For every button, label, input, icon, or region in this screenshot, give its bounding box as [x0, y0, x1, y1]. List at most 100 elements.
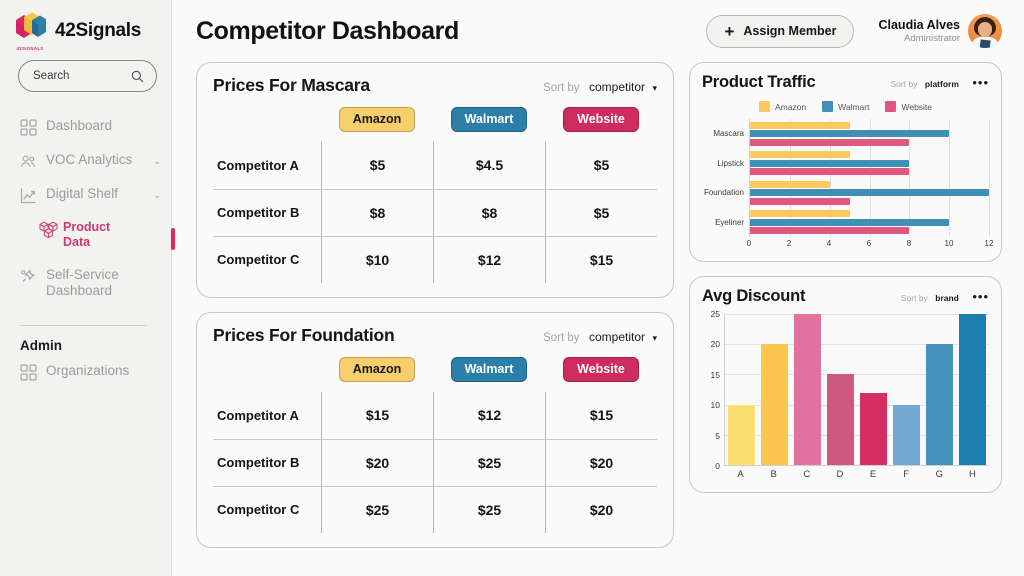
bar-slot — [824, 314, 857, 465]
price-cell: $5 — [545, 141, 657, 189]
axis-tick-label: 5 — [715, 430, 720, 441]
boxes-icon — [38, 221, 58, 239]
row-label: Competitor C — [217, 252, 300, 268]
sort-control[interactable]: Sort by competitor ▾ — [543, 328, 657, 346]
sort-control[interactable]: Sort by competitor ▾ — [543, 78, 657, 96]
price-cell: $25 — [433, 439, 545, 486]
user-name: Claudia Alves — [878, 18, 960, 32]
assign-member-button[interactable]: + Assign Member — [706, 14, 855, 48]
price-cell: $15 — [321, 391, 433, 439]
user-profile[interactable]: Claudia Alves Administrator — [878, 14, 1002, 48]
chart-plot-area — [724, 314, 989, 466]
sidebar-item-self-service-dashboard[interactable]: Self-Service Dashboard — [0, 259, 171, 308]
badge-walmart[interactable]: Walmart — [450, 356, 528, 382]
badge-website[interactable]: Website — [563, 356, 639, 382]
logo-42signals: 42SIGNALS — [12, 11, 48, 51]
axis-tick-label: F — [903, 469, 910, 480]
bar-slot — [857, 314, 890, 465]
table-row: Competitor B $20 $25 $20 — [213, 438, 657, 486]
axis-tick-label: 8 — [906, 239, 912, 248]
sidebar-item-label: Digital Shelf — [46, 186, 119, 201]
chart-bar — [750, 218, 950, 226]
chart-y-axis: 0 5 10 15 20 25 — [702, 309, 724, 471]
price-table: Competitor A $15 $12 $15 Competitor B $2… — [213, 391, 657, 533]
chevron-down-icon[interactable]: ▾ — [652, 83, 657, 93]
axis-tick-label: 25 — [710, 309, 720, 319]
line-chart-icon — [20, 187, 37, 204]
axis-tick-label: 10 — [710, 400, 720, 411]
chevron-down-icon[interactable]: ▾ — [652, 333, 657, 343]
sidebar-item-product-data[interactable]: Product Data — [0, 212, 175, 259]
more-options-icon[interactable]: ••• — [972, 289, 989, 304]
chart-bar — [826, 374, 855, 465]
price-cell: $5 — [545, 189, 657, 236]
legend-item: Website — [885, 101, 932, 112]
bar-slot — [956, 314, 989, 465]
chevron-down-icon[interactable]: ⌄ — [153, 190, 161, 201]
price-cell: $5 — [321, 141, 433, 189]
card-header: Prices For Mascara Sort by competitor ▾ — [213, 75, 657, 96]
axis-tick-label: 0 — [715, 461, 720, 471]
sidebar-item-dashboard[interactable]: Dashboard — [0, 110, 171, 144]
badge-amazon[interactable]: Amazon — [338, 356, 416, 382]
bar-slot — [890, 314, 923, 465]
chevron-down-icon[interactable]: ⌄ — [153, 156, 161, 167]
sort-value: brand — [935, 293, 959, 303]
axis-tick-label: 10 — [944, 239, 954, 248]
sidebar-item-label: Dashboard — [46, 118, 113, 133]
horizontal-bar-chart: Mascara Lipstick Foundation Eyeliner — [702, 119, 990, 238]
chart-category-label: Mascara — [713, 129, 744, 139]
price-card-mascara: Prices For Mascara Sort by competitor ▾ … — [196, 62, 674, 298]
sidebar-item-organizations[interactable]: Organizations — [0, 355, 171, 389]
chart-legend: Amazon Walmart Website — [702, 101, 989, 112]
price-cell: $20 — [545, 486, 657, 533]
sidebar-item-label: Self-Service Dashboard — [46, 266, 119, 298]
bar-group — [750, 178, 989, 208]
grid-icon — [20, 364, 37, 382]
price-cell: $12 — [433, 391, 545, 439]
card-title: Product Traffic — [702, 73, 816, 91]
badge-walmart[interactable]: Walmart — [450, 107, 528, 132]
axis-tick-label: E — [869, 469, 877, 480]
bar-group — [750, 208, 989, 238]
sort-value: platform — [924, 79, 959, 89]
chart-bar — [793, 314, 822, 465]
chart-bar — [760, 344, 789, 465]
column-badges: Amazon Walmart Website — [213, 107, 657, 132]
sidebar-nav: Dashboard VOC Analytics ⌄ Digital Shelf … — [0, 110, 175, 389]
price-cell: $20 — [321, 439, 433, 486]
brand[interactable]: 42SIGNALS 42Signals — [0, 0, 171, 52]
logo-caption: 42SIGNALS — [16, 46, 44, 51]
sidebar-item-label: VOC Analytics — [46, 152, 133, 167]
axis-tick-label: D — [836, 469, 844, 480]
more-options-icon[interactable]: ••• — [972, 75, 989, 90]
axis-tick-label: B — [770, 469, 777, 480]
chart-x-axis: 0 2 4 6 8 10 12 — [747, 237, 994, 251]
sidebar-item-digital-shelf[interactable]: Digital Shelf ⌄ — [0, 178, 171, 212]
table-row: Competitor A $5 $4.5 $5 — [213, 141, 657, 189]
avatar[interactable] — [968, 14, 1002, 48]
bar-group — [750, 119, 989, 149]
legend-swatch — [885, 101, 897, 112]
sort-control[interactable]: Sort by platform ••• — [891, 74, 990, 92]
badge-website[interactable]: Website — [563, 107, 639, 132]
chart-bar — [750, 138, 910, 146]
top-bar: Competitor Dashboard + Assign Member Cla… — [196, 0, 1002, 62]
badge-amazon[interactable]: Amazon — [338, 107, 416, 132]
sort-control[interactable]: Sort by brand ••• — [901, 288, 989, 306]
table-row: Competitor B $8 $8 $5 — [213, 188, 657, 236]
sidebar-item-voc-analytics[interactable]: VOC Analytics ⌄ — [0, 144, 171, 178]
sidebar-section-admin: Admin — [20, 338, 62, 354]
legend-label: Amazon — [774, 101, 807, 112]
search-input[interactable]: Search — [18, 60, 157, 92]
table-row: Competitor C $10 $12 $15 — [213, 235, 657, 283]
chart-bar — [750, 189, 989, 197]
sidebar: 42SIGNALS 42Signals Search Dashboard VOC… — [0, 0, 175, 576]
legend-label: Website — [901, 101, 933, 112]
chart-bar — [750, 197, 850, 205]
axis-tick-label: 4 — [826, 239, 832, 248]
page-title: Competitor Dashboard — [196, 16, 459, 45]
people-icon — [20, 153, 37, 170]
row-label: Competitor C — [217, 502, 300, 518]
card-header: Avg Discount Sort by brand ••• — [702, 287, 989, 306]
